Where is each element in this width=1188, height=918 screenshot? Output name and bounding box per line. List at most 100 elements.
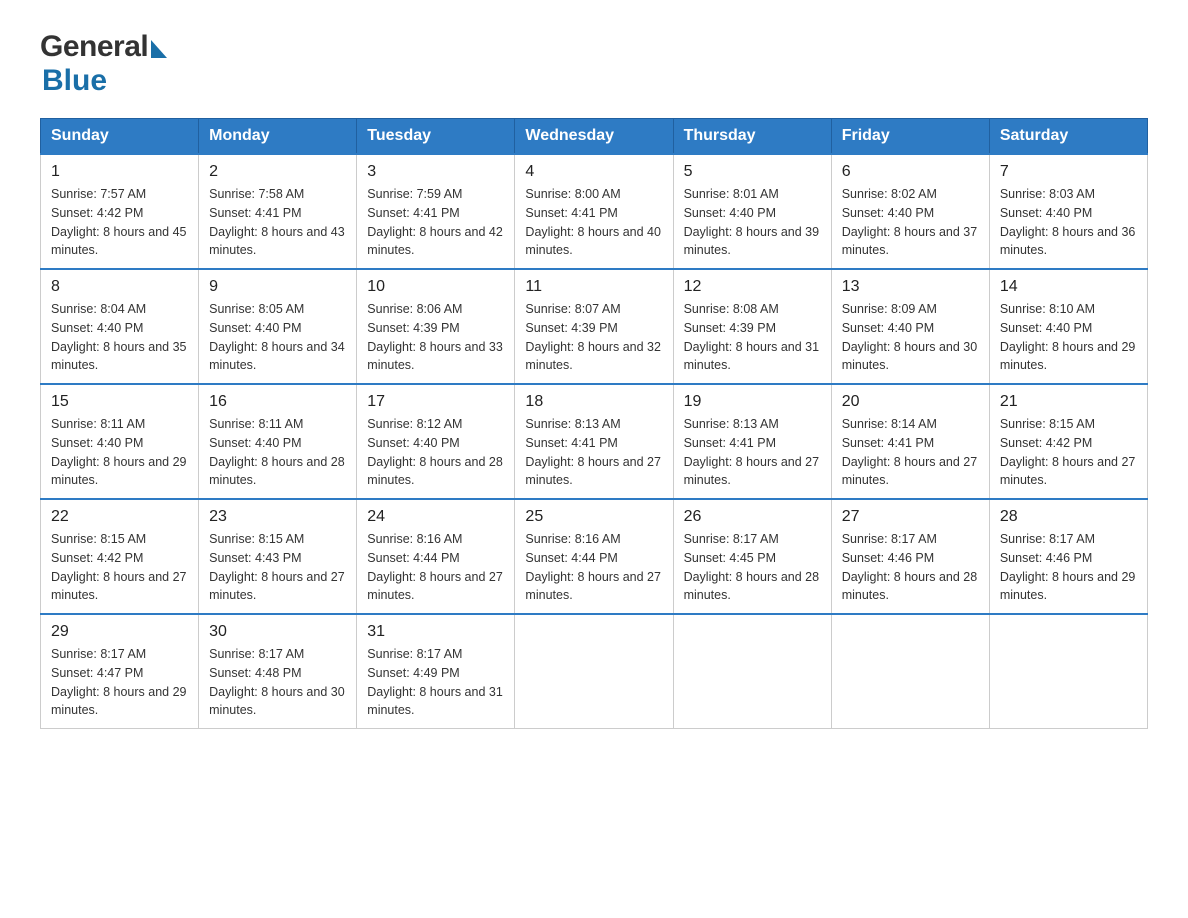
sunrise-label: Sunrise: 8:15 AM bbox=[209, 532, 304, 546]
daylight-label: Daylight: 8 hours and 27 minutes. bbox=[684, 455, 820, 488]
calendar-cell: 13 Sunrise: 8:09 AM Sunset: 4:40 PM Dayl… bbox=[831, 269, 989, 384]
daylight-label: Daylight: 8 hours and 33 minutes. bbox=[367, 340, 503, 373]
sunrise-label: Sunrise: 8:03 AM bbox=[1000, 187, 1095, 201]
calendar-cell: 23 Sunrise: 8:15 AM Sunset: 4:43 PM Dayl… bbox=[199, 499, 357, 614]
logo-triangle-icon bbox=[151, 40, 167, 58]
day-info: Sunrise: 8:06 AM Sunset: 4:39 PM Dayligh… bbox=[367, 300, 504, 375]
day-info: Sunrise: 8:17 AM Sunset: 4:48 PM Dayligh… bbox=[209, 645, 346, 720]
day-number: 19 bbox=[684, 393, 821, 411]
sunset-label: Sunset: 4:40 PM bbox=[209, 436, 301, 450]
calendar-cell: 27 Sunrise: 8:17 AM Sunset: 4:46 PM Dayl… bbox=[831, 499, 989, 614]
day-number: 16 bbox=[209, 393, 346, 411]
calendar-cell: 15 Sunrise: 8:11 AM Sunset: 4:40 PM Dayl… bbox=[41, 384, 199, 499]
day-number: 15 bbox=[51, 393, 188, 411]
daylight-label: Daylight: 8 hours and 43 minutes. bbox=[209, 225, 345, 258]
sunrise-label: Sunrise: 8:15 AM bbox=[1000, 417, 1095, 431]
sunset-label: Sunset: 4:40 PM bbox=[1000, 321, 1092, 335]
sunset-label: Sunset: 4:42 PM bbox=[51, 206, 143, 220]
sunrise-label: Sunrise: 8:16 AM bbox=[525, 532, 620, 546]
day-number: 3 bbox=[367, 163, 504, 181]
sunset-label: Sunset: 4:40 PM bbox=[842, 321, 934, 335]
sunrise-label: Sunrise: 8:09 AM bbox=[842, 302, 937, 316]
calendar-cell: 20 Sunrise: 8:14 AM Sunset: 4:41 PM Dayl… bbox=[831, 384, 989, 499]
daylight-label: Daylight: 8 hours and 30 minutes. bbox=[209, 685, 345, 718]
logo: General Blue bbox=[40, 30, 167, 98]
day-number: 14 bbox=[1000, 278, 1137, 296]
day-number: 24 bbox=[367, 508, 504, 526]
sunrise-label: Sunrise: 8:04 AM bbox=[51, 302, 146, 316]
calendar-cell: 6 Sunrise: 8:02 AM Sunset: 4:40 PM Dayli… bbox=[831, 154, 989, 269]
logo-general-text: General bbox=[40, 30, 148, 64]
sunrise-label: Sunrise: 8:15 AM bbox=[51, 532, 146, 546]
sunset-label: Sunset: 4:40 PM bbox=[367, 436, 459, 450]
calendar-cell: 14 Sunrise: 8:10 AM Sunset: 4:40 PM Dayl… bbox=[989, 269, 1147, 384]
sunset-label: Sunset: 4:46 PM bbox=[842, 551, 934, 565]
daylight-label: Daylight: 8 hours and 30 minutes. bbox=[842, 340, 978, 373]
sunset-label: Sunset: 4:44 PM bbox=[525, 551, 617, 565]
day-number: 10 bbox=[367, 278, 504, 296]
header-friday: Friday bbox=[831, 119, 989, 155]
calendar-cell: 30 Sunrise: 8:17 AM Sunset: 4:48 PM Dayl… bbox=[199, 614, 357, 729]
day-info: Sunrise: 8:15 AM Sunset: 4:43 PM Dayligh… bbox=[209, 530, 346, 605]
calendar-week-row: 22 Sunrise: 8:15 AM Sunset: 4:42 PM Dayl… bbox=[41, 499, 1148, 614]
sunrise-label: Sunrise: 8:17 AM bbox=[1000, 532, 1095, 546]
day-info: Sunrise: 8:17 AM Sunset: 4:45 PM Dayligh… bbox=[684, 530, 821, 605]
day-number: 8 bbox=[51, 278, 188, 296]
day-number: 17 bbox=[367, 393, 504, 411]
sunrise-label: Sunrise: 8:17 AM bbox=[209, 647, 304, 661]
daylight-label: Daylight: 8 hours and 27 minutes. bbox=[842, 455, 978, 488]
day-number: 18 bbox=[525, 393, 662, 411]
sunrise-label: Sunrise: 8:14 AM bbox=[842, 417, 937, 431]
daylight-label: Daylight: 8 hours and 27 minutes. bbox=[525, 455, 661, 488]
sunrise-label: Sunrise: 8:11 AM bbox=[51, 417, 145, 431]
sunrise-label: Sunrise: 8:12 AM bbox=[367, 417, 462, 431]
calendar-cell: 12 Sunrise: 8:08 AM Sunset: 4:39 PM Dayl… bbox=[673, 269, 831, 384]
sunset-label: Sunset: 4:39 PM bbox=[367, 321, 459, 335]
sunset-label: Sunset: 4:49 PM bbox=[367, 666, 459, 680]
calendar-cell: 11 Sunrise: 8:07 AM Sunset: 4:39 PM Dayl… bbox=[515, 269, 673, 384]
sunrise-label: Sunrise: 8:13 AM bbox=[525, 417, 620, 431]
calendar-cell: 19 Sunrise: 8:13 AM Sunset: 4:41 PM Dayl… bbox=[673, 384, 831, 499]
sunrise-label: Sunrise: 8:08 AM bbox=[684, 302, 779, 316]
day-number: 31 bbox=[367, 623, 504, 641]
daylight-label: Daylight: 8 hours and 27 minutes. bbox=[209, 570, 345, 603]
sunset-label: Sunset: 4:40 PM bbox=[842, 206, 934, 220]
sunset-label: Sunset: 4:41 PM bbox=[525, 436, 617, 450]
daylight-label: Daylight: 8 hours and 29 minutes. bbox=[51, 455, 187, 488]
day-info: Sunrise: 8:03 AM Sunset: 4:40 PM Dayligh… bbox=[1000, 185, 1137, 260]
calendar-table: Sunday Monday Tuesday Wednesday Thursday… bbox=[40, 118, 1148, 729]
sunset-label: Sunset: 4:40 PM bbox=[209, 321, 301, 335]
day-number: 13 bbox=[842, 278, 979, 296]
day-info: Sunrise: 8:09 AM Sunset: 4:40 PM Dayligh… bbox=[842, 300, 979, 375]
header-wednesday: Wednesday bbox=[515, 119, 673, 155]
daylight-label: Daylight: 8 hours and 39 minutes. bbox=[684, 225, 820, 258]
day-info: Sunrise: 8:10 AM Sunset: 4:40 PM Dayligh… bbox=[1000, 300, 1137, 375]
calendar-cell: 16 Sunrise: 8:11 AM Sunset: 4:40 PM Dayl… bbox=[199, 384, 357, 499]
day-info: Sunrise: 8:01 AM Sunset: 4:40 PM Dayligh… bbox=[684, 185, 821, 260]
sunrise-label: Sunrise: 7:58 AM bbox=[209, 187, 304, 201]
calendar-cell: 18 Sunrise: 8:13 AM Sunset: 4:41 PM Dayl… bbox=[515, 384, 673, 499]
sunset-label: Sunset: 4:42 PM bbox=[51, 551, 143, 565]
sunset-label: Sunset: 4:41 PM bbox=[684, 436, 776, 450]
day-number: 9 bbox=[209, 278, 346, 296]
sunset-label: Sunset: 4:44 PM bbox=[367, 551, 459, 565]
sunrise-label: Sunrise: 8:06 AM bbox=[367, 302, 462, 316]
calendar-cell: 9 Sunrise: 8:05 AM Sunset: 4:40 PM Dayli… bbox=[199, 269, 357, 384]
sunset-label: Sunset: 4:41 PM bbox=[842, 436, 934, 450]
day-number: 28 bbox=[1000, 508, 1137, 526]
day-info: Sunrise: 8:04 AM Sunset: 4:40 PM Dayligh… bbox=[51, 300, 188, 375]
daylight-label: Daylight: 8 hours and 27 minutes. bbox=[51, 570, 187, 603]
calendar-cell: 4 Sunrise: 8:00 AM Sunset: 4:41 PM Dayli… bbox=[515, 154, 673, 269]
day-info: Sunrise: 7:57 AM Sunset: 4:42 PM Dayligh… bbox=[51, 185, 188, 260]
sunrise-label: Sunrise: 8:02 AM bbox=[842, 187, 937, 201]
day-number: 5 bbox=[684, 163, 821, 181]
daylight-label: Daylight: 8 hours and 31 minutes. bbox=[367, 685, 503, 718]
calendar-header-row: Sunday Monday Tuesday Wednesday Thursday… bbox=[41, 119, 1148, 155]
day-number: 29 bbox=[51, 623, 188, 641]
sunrise-label: Sunrise: 7:57 AM bbox=[51, 187, 146, 201]
day-info: Sunrise: 8:16 AM Sunset: 4:44 PM Dayligh… bbox=[525, 530, 662, 605]
sunrise-label: Sunrise: 8:17 AM bbox=[367, 647, 462, 661]
calendar-cell bbox=[989, 614, 1147, 729]
day-info: Sunrise: 8:17 AM Sunset: 4:46 PM Dayligh… bbox=[842, 530, 979, 605]
day-info: Sunrise: 8:05 AM Sunset: 4:40 PM Dayligh… bbox=[209, 300, 346, 375]
